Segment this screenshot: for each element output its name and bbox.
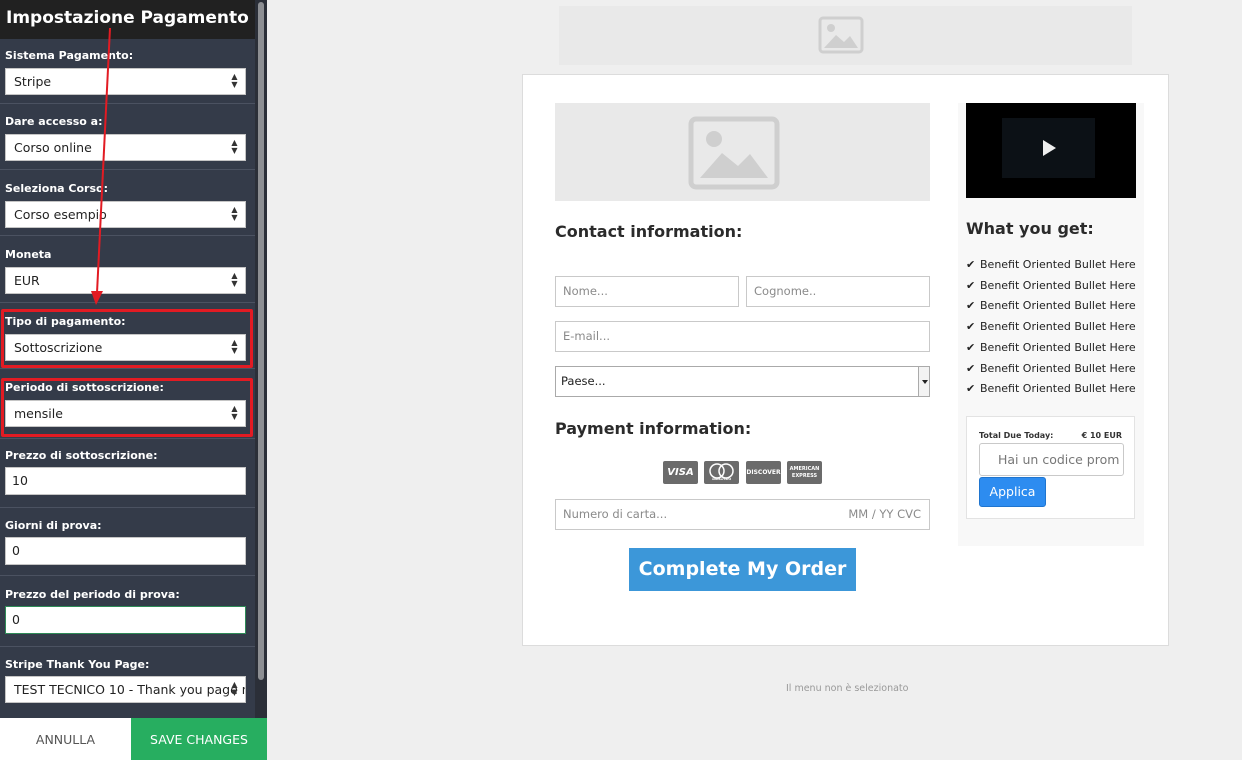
field-trial-days: Giorni di prova: 0 xyxy=(0,508,255,576)
play-icon[interactable] xyxy=(1043,140,1056,156)
benefit-text: Benefit Oriented Bullet Here xyxy=(980,382,1136,395)
complete-order-button[interactable]: Complete My Order xyxy=(629,548,856,591)
checkmark-icon: ✔ xyxy=(966,382,976,395)
benefit-text: Benefit Oriented Bullet Here xyxy=(980,320,1136,333)
expiry-cvc-placeholder: MM / YY CVC xyxy=(848,507,921,521)
cancel-button[interactable]: ANNULLA xyxy=(0,718,131,760)
amex-icon: AMERICAN EXPRESS xyxy=(787,461,822,484)
header-image-placeholder[interactable] xyxy=(559,6,1132,65)
select-value: Paese... xyxy=(561,374,606,388)
benefit-text: Benefit Oriented Bullet Here xyxy=(980,362,1136,375)
payment-heading: Payment information: xyxy=(555,419,752,438)
benefit-item: ✔ Benefit Oriented Bullet Here xyxy=(966,299,1136,312)
thank-you-page-select[interactable]: TEST TECNICO 10 - Thank you page nor ▲ ▼ xyxy=(5,676,246,703)
checkmark-icon: ✔ xyxy=(966,320,976,333)
annotation-arrow-icon xyxy=(91,27,111,305)
benefit-text: Benefit Oriented Bullet Here xyxy=(980,299,1136,312)
select-value: TEST TECNICO 10 - Thank you page nor xyxy=(14,682,246,697)
field-label: Prezzo di sottoscrizione: xyxy=(5,449,158,462)
field-label: Stripe Thank You Page: xyxy=(5,658,150,671)
chevron-down-icon xyxy=(918,367,929,396)
image-placeholder-icon xyxy=(818,16,864,54)
first-name-input[interactable]: Nome... xyxy=(555,276,739,307)
what-you-get-heading: What you get: xyxy=(966,219,1094,238)
trial-days-input[interactable]: 0 xyxy=(5,537,246,565)
benefit-text: Benefit Oriented Bullet Here xyxy=(980,258,1136,271)
benefit-text: Benefit Oriented Bullet Here xyxy=(980,279,1136,292)
field-thank-you-page: Stripe Thank You Page: TEST TECNICO 10 -… xyxy=(0,647,255,718)
highlight-subscription-period xyxy=(1,378,253,437)
payment-settings-panel: Impostazione Pagamento Sistema Pagamento… xyxy=(0,0,267,760)
field-label: Prezzo del periodo di prova: xyxy=(5,588,180,601)
visa-icon: VISA xyxy=(663,461,698,484)
field-trial-price: Prezzo del periodo di prova: 0 xyxy=(0,576,255,647)
country-select[interactable]: Paese... xyxy=(555,366,930,397)
benefit-item: ✔ Benefit Oriented Bullet Here xyxy=(966,320,1136,333)
subscription-price-input[interactable]: 10 xyxy=(5,467,246,495)
email-input[interactable]: E-mail... xyxy=(555,321,930,352)
benefit-item: ✔ Benefit Oriented Bullet Here xyxy=(966,341,1136,354)
benefit-item: ✔ Benefit Oriented Bullet Here xyxy=(966,279,1136,292)
checkmark-icon: ✔ xyxy=(966,341,976,354)
total-label: Total Due Today: xyxy=(979,431,1054,440)
benefit-item: ✔ Benefit Oriented Bullet Here xyxy=(966,362,1136,375)
menu-status-note: Il menu non è selezionato xyxy=(786,683,909,694)
benefit-item: ✔ Benefit Oriented Bullet Here xyxy=(966,258,1136,271)
trial-price-input[interactable]: 0 xyxy=(5,606,246,634)
last-name-input[interactable]: Cognome.. xyxy=(746,276,930,307)
checkmark-icon: ✔ xyxy=(966,362,976,375)
checkmark-icon: ✔ xyxy=(966,258,976,271)
image-placeholder-icon xyxy=(688,116,780,190)
checkmark-icon: ✔ xyxy=(966,279,976,292)
panel-scrollbar[interactable] xyxy=(255,0,267,718)
panel-footer: ANNULLA SAVE CHANGES xyxy=(0,718,267,760)
scrollbar-thumb[interactable] xyxy=(258,2,264,680)
save-changes-button[interactable]: SAVE CHANGES xyxy=(131,718,267,760)
product-image-placeholder[interactable] xyxy=(555,103,930,201)
field-label: Giorni di prova: xyxy=(5,519,102,532)
card-number-placeholder: Numero di carta... xyxy=(563,507,668,521)
benefit-item: ✔ Benefit Oriented Bullet Here xyxy=(966,382,1136,395)
select-arrows-icon: ▲ ▼ xyxy=(231,680,238,697)
card-number-input[interactable]: Numero di carta... MM / YY CVC xyxy=(555,499,930,530)
video-thumbnail xyxy=(1002,118,1095,178)
discover-icon: DISCOVER xyxy=(746,461,781,484)
contact-heading: Contact information: xyxy=(555,222,743,241)
order-summary-box: Total Due Today: € 10 EUR Hai un codice … xyxy=(966,416,1135,519)
benefit-text: Benefit Oriented Bullet Here xyxy=(980,341,1136,354)
field-subscription-price: Prezzo di sottoscrizione: 10 xyxy=(0,439,255,508)
apply-coupon-button[interactable]: Applica xyxy=(979,477,1046,507)
coupon-input[interactable]: Hai un codice prom xyxy=(979,443,1124,476)
video-player[interactable] xyxy=(966,103,1136,198)
checkmark-icon: ✔ xyxy=(966,299,976,312)
mastercard-icon: mastercard xyxy=(704,461,739,484)
total-amount: € 10 EUR xyxy=(1081,431,1122,440)
